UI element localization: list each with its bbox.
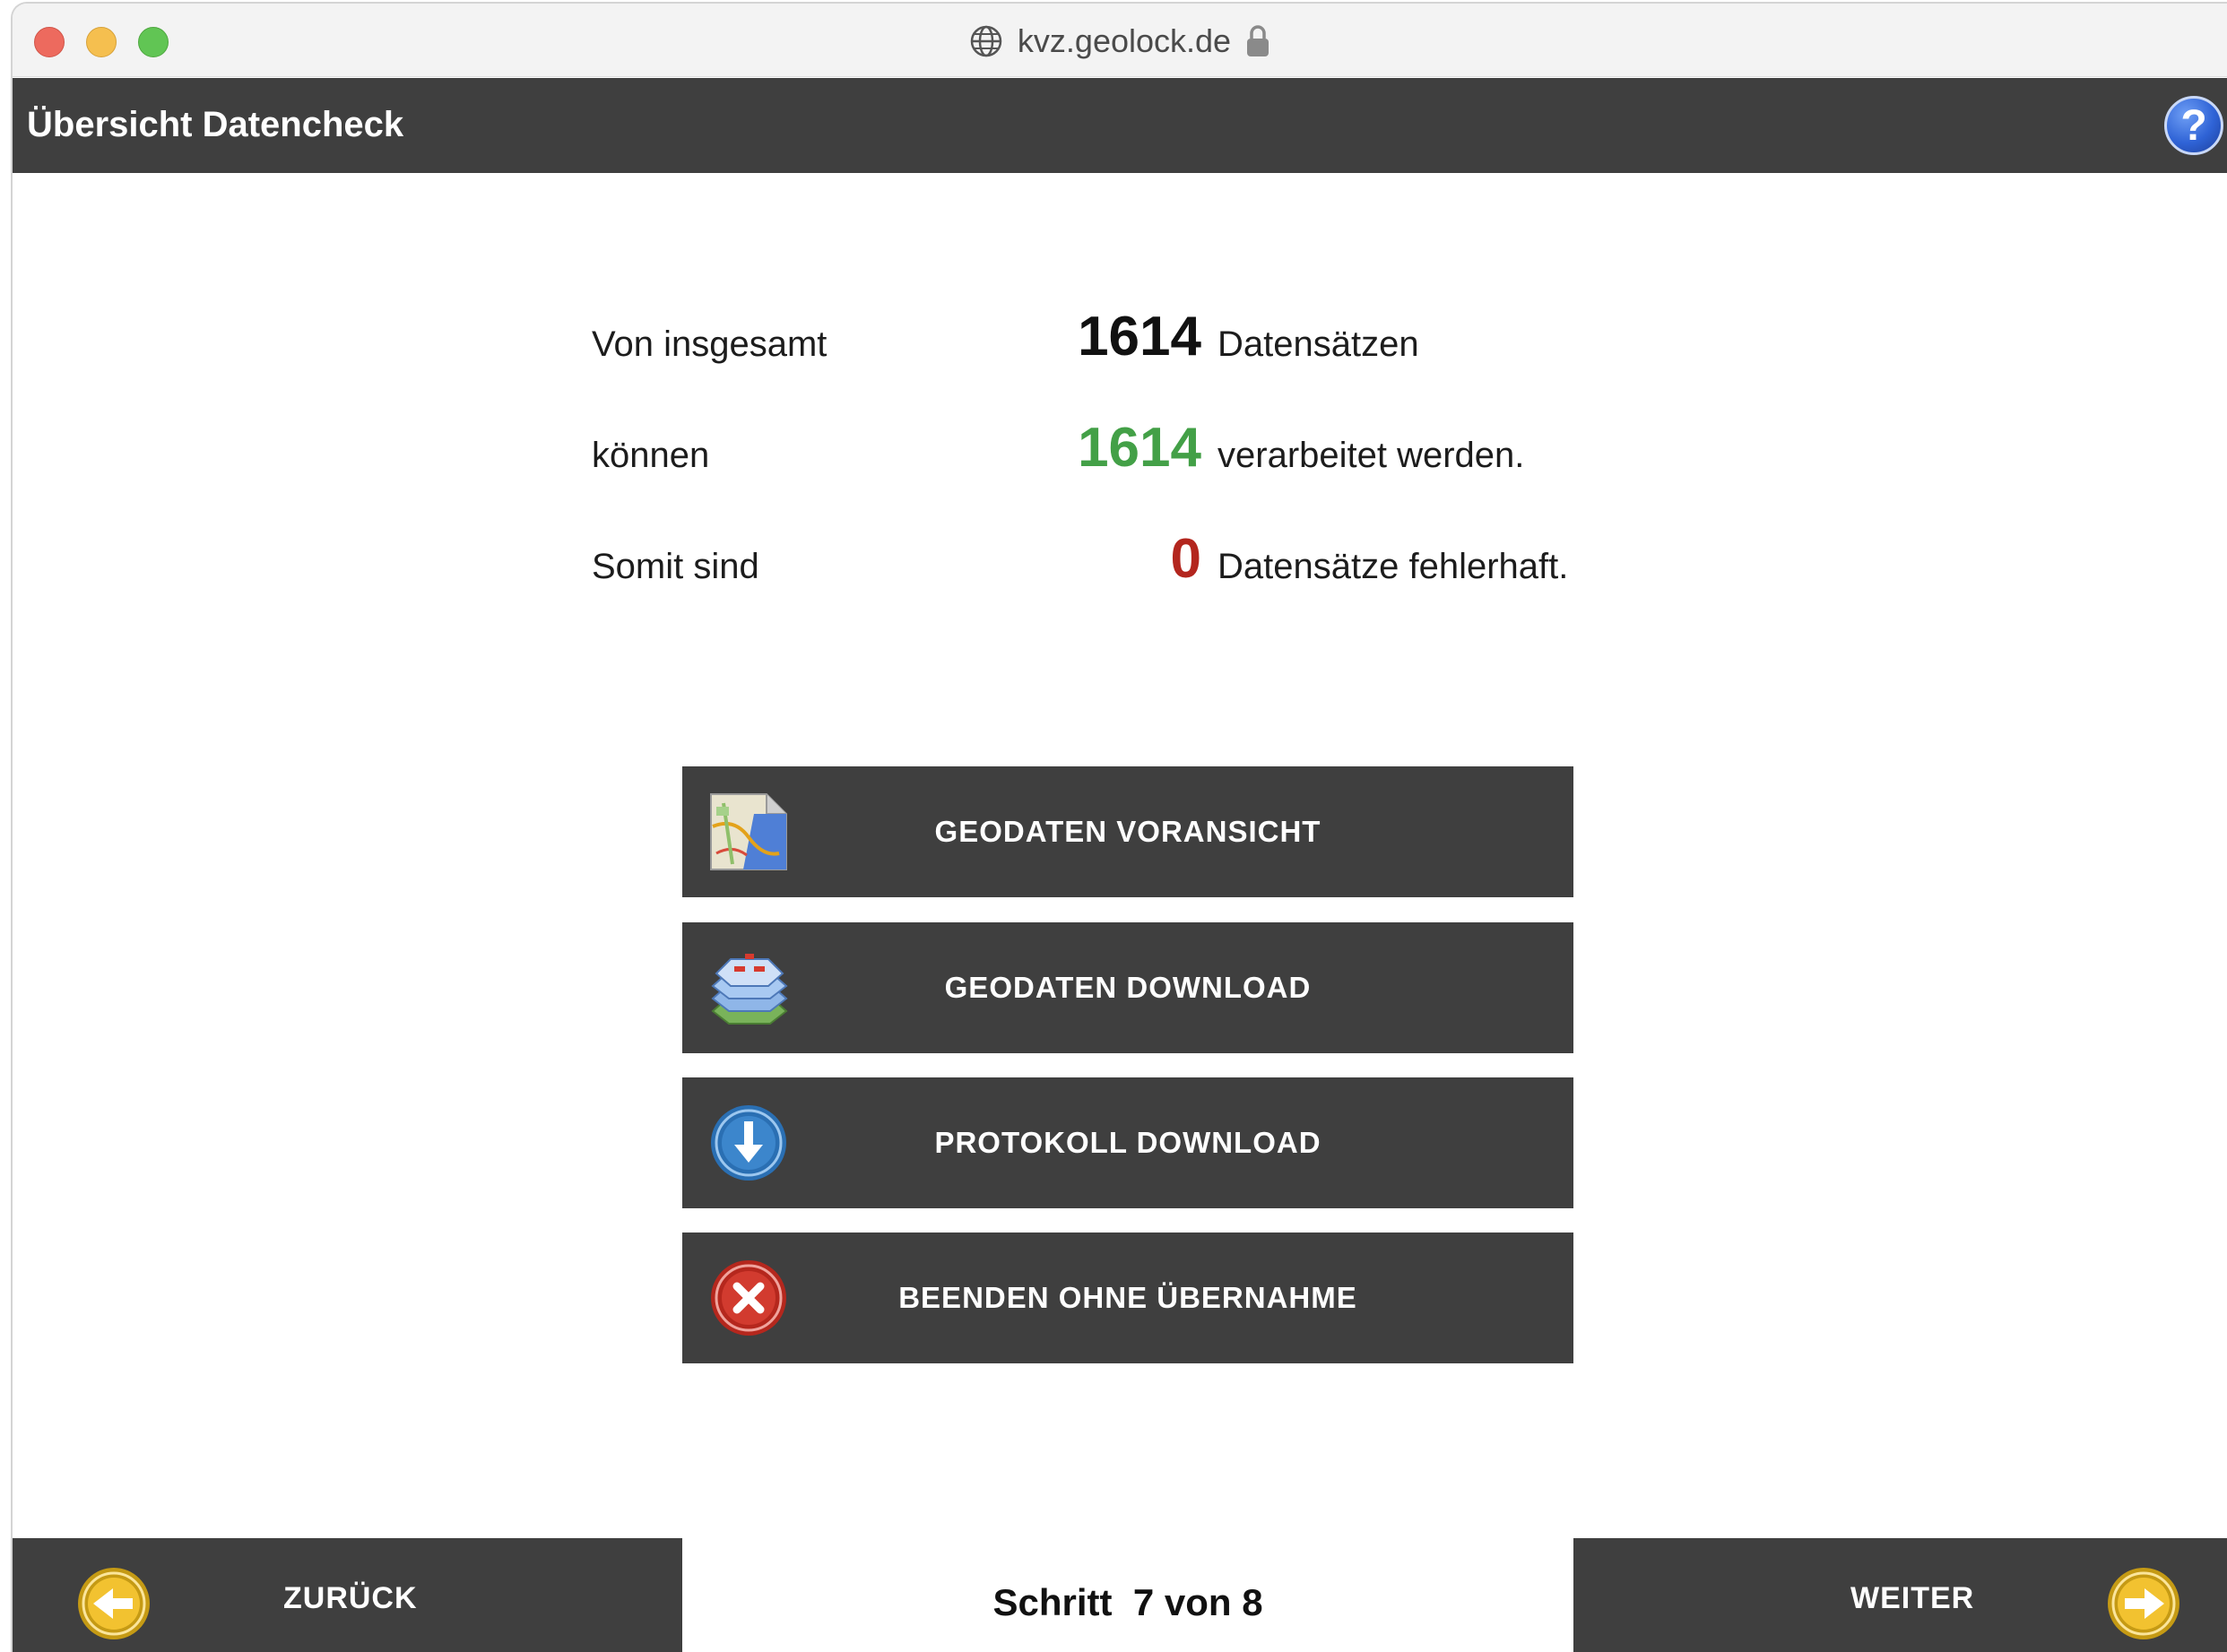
browser-titlebar: kvz.geolock.de — [13, 4, 2227, 77]
step-current: 7 — [1132, 1581, 1155, 1623]
back-button[interactable]: ZURÜCK — [13, 1538, 682, 1652]
next-button[interactable]: WEITER — [1573, 1538, 2227, 1652]
lock-icon — [1245, 24, 1270, 58]
url-text: kvz.geolock.de — [1017, 22, 1232, 59]
action-label: PROTOKOLL DOWNLOAD — [934, 1126, 1321, 1159]
wizard-footer: ZURÜCK Schritt 7 von 8 WEITER — [13, 1538, 2227, 1652]
help-icon: ? — [2180, 101, 2207, 150]
arrow-right-icon — [2105, 1565, 2182, 1642]
summary-label: Von insgesamt — [592, 324, 828, 364]
app-header: Übersicht Datencheck ? — [13, 78, 2227, 173]
step-separator: von — [1164, 1581, 1232, 1623]
summary-row-errors: Somit sind 0 Datensätze fehlerhaft. — [13, 513, 2227, 593]
globe-icon — [969, 24, 1003, 58]
step-prefix: Schritt — [992, 1581, 1113, 1623]
error-count: 0 — [1170, 528, 1201, 590]
browser-window: kvz.geolock.de Übersicht Datencheck ? Vo… — [11, 2, 2227, 1652]
action-label: GEODATEN VORANSICHT — [934, 815, 1321, 848]
address-bar[interactable]: kvz.geolock.de — [13, 16, 2227, 66]
step-indicator: Schritt 7 von 8 — [682, 1581, 1573, 1624]
summary-row-total: Von insgesamt 1614 Datensätzen — [13, 290, 2227, 371]
page-title: Übersicht Datencheck — [27, 105, 404, 144]
protocol-download-button[interactable]: PROTOKOLL DOWNLOAD — [682, 1077, 1573, 1208]
arrow-left-icon — [75, 1565, 152, 1642]
summary-suffix: Datensätzen — [1217, 324, 1419, 364]
total-count: 1614 — [1078, 306, 1201, 368]
quit-without-import-button[interactable]: BEENDEN OHNE ÜBERNAHME — [682, 1233, 1573, 1363]
help-button[interactable]: ? — [2164, 96, 2223, 155]
geodata-preview-button[interactable]: GEODATEN VORANSICHT — [682, 766, 1573, 897]
summary-label: können — [592, 436, 710, 475]
step-total: 8 — [1242, 1581, 1263, 1623]
action-label: BEENDEN OHNE ÜBERNAHME — [898, 1281, 1357, 1314]
back-label: ZURÜCK — [283, 1581, 418, 1615]
summary-suffix: Datensätze fehlerhaft. — [1217, 547, 1569, 586]
next-label: WEITER — [1850, 1581, 1975, 1615]
processable-count: 1614 — [1078, 417, 1201, 479]
summary-label: Somit sind — [592, 547, 759, 586]
summary-row-processable: können 1614 verarbeitet werden. — [13, 402, 2227, 482]
summary-suffix: verarbeitet werden. — [1217, 436, 1525, 475]
geodata-download-button[interactable]: GEODATEN DOWNLOAD — [682, 922, 1573, 1053]
action-label: GEODATEN DOWNLOAD — [944, 971, 1312, 1004]
